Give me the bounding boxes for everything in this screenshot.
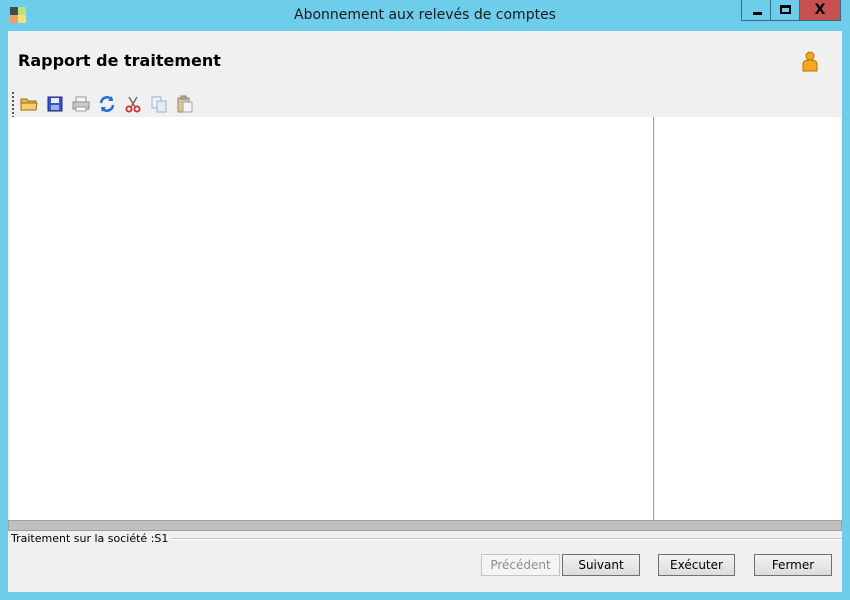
- minimize-button[interactable]: [741, 0, 771, 21]
- next-button[interactable]: Suivant: [562, 554, 640, 576]
- horizontal-scrollbar[interactable]: [8, 520, 842, 531]
- toolbar: [11, 91, 211, 118]
- report-side-pane[interactable]: [655, 117, 841, 520]
- close-window-button[interactable]: X: [800, 0, 841, 21]
- status-label: Traitement sur la société :S1: [11, 532, 171, 545]
- close-button[interactable]: Fermer: [754, 554, 832, 576]
- execute-button[interactable]: Exécuter: [658, 554, 735, 576]
- print-icon[interactable]: [71, 94, 91, 114]
- save-icon[interactable]: [45, 94, 65, 114]
- report-main-pane[interactable]: [10, 117, 654, 520]
- refresh-icon[interactable]: [97, 94, 117, 114]
- window-title: Abonnement aux relevés de comptes: [294, 7, 556, 23]
- minimize-icon: [753, 12, 762, 15]
- previous-button[interactable]: Précédent: [481, 554, 560, 576]
- maximize-icon: [780, 5, 791, 14]
- client-area: Rapport de traitement Traitement sur la …: [8, 31, 842, 592]
- paste-icon[interactable]: [175, 94, 195, 114]
- page-title: Rapport de traitement: [18, 51, 221, 70]
- app-window: Abonnement aux relevés de comptes X Rapp…: [0, 0, 850, 600]
- cut-icon[interactable]: [123, 94, 143, 114]
- title-bar[interactable]: Abonnement aux relevés de comptes X: [0, 0, 850, 31]
- user-icon[interactable]: [801, 51, 819, 73]
- maximize-button[interactable]: [771, 0, 800, 21]
- copy-icon[interactable]: [149, 94, 169, 114]
- toolbar-grip[interactable]: [12, 92, 14, 118]
- close-icon: X: [814, 2, 826, 18]
- open-folder-icon[interactable]: [19, 94, 39, 114]
